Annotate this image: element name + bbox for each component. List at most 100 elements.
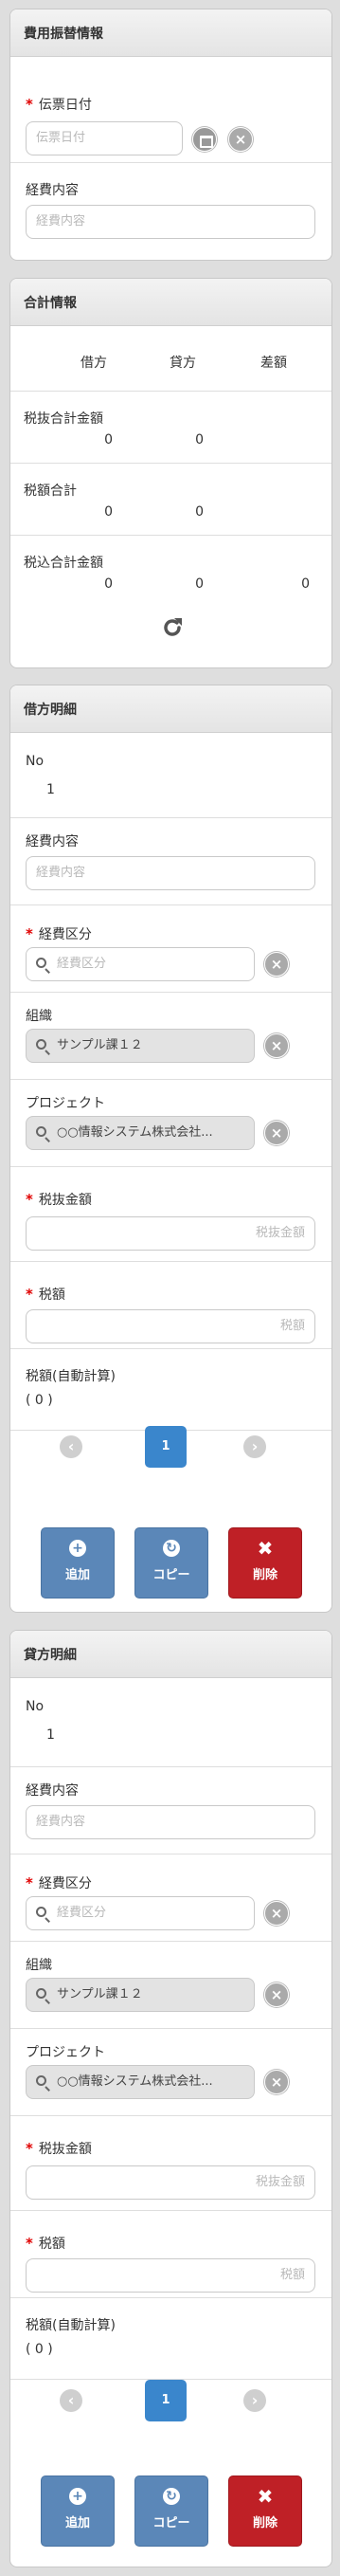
amount-excl-tax-label: * 税抜金額 — [26, 1191, 92, 1208]
refresh-icon[interactable] — [160, 615, 185, 640]
project-field: プロジェクト ○○情報システム株式会社... × — [10, 1080, 331, 1167]
search-icon — [36, 2075, 46, 2086]
plus-icon: + — [69, 1540, 86, 1557]
expense-content-field: 経費内容 経費内容 — [10, 1767, 331, 1854]
delete-button[interactable]: ✖ 削除 — [228, 2476, 302, 2547]
clear-organization-icon[interactable]: × — [264, 1033, 289, 1058]
required-mark: * — [26, 1191, 33, 1208]
expense-content-input[interactable]: 経費内容 — [26, 856, 315, 890]
project-field: プロジェクト ○○情報システム株式会社... × — [10, 2029, 331, 2116]
credit-detail-title: 貸方明細 — [10, 1631, 331, 1678]
prev-page-icon[interactable]: ‹ — [60, 2389, 82, 2412]
expense-content-label: 経費内容 — [26, 1783, 79, 1799]
organization-label: 組織 — [26, 1009, 52, 1024]
add-button[interactable]: + 追加 — [41, 1527, 115, 1599]
search-icon — [36, 958, 46, 968]
totals-card: 合計情報 借方 貸方 差額 税抜合計金額 0 0 税額合計 0 0 税込合計金額… — [9, 278, 332, 668]
no-field: No 1 — [10, 733, 331, 818]
totals-row-label: 税込合計金額 — [24, 556, 103, 571]
copy-button[interactable]: ↻ コピー — [134, 1527, 208, 1599]
slip-date-label: * 伝票日付 — [26, 96, 92, 113]
tax-field: * 税額 税額 — [10, 1262, 331, 1349]
add-button[interactable]: + 追加 — [41, 2476, 115, 2547]
search-icon — [36, 1039, 46, 1050]
totals-col-diff: 差額 — [260, 356, 287, 371]
tax-field: * 税額 税額 — [10, 2211, 331, 2298]
totals-title: 合計情報 — [10, 279, 331, 326]
totals-row-label: 税抜合計金額 — [24, 411, 103, 427]
expense-category-label: * 経費区分 — [26, 925, 92, 942]
tax-label: * 税額 — [26, 1286, 65, 1303]
no-label: No — [26, 1699, 45, 1714]
totals-row: 税額合計 0 0 — [10, 464, 331, 536]
delete-button[interactable]: ✖ 削除 — [228, 1527, 302, 1599]
delete-icon: ✖ — [257, 1537, 274, 1560]
project-input[interactable]: ○○情報システム株式会社... — [26, 1116, 255, 1150]
organization-input[interactable]: サンプル課１２ — [26, 1029, 255, 1063]
clear-category-icon[interactable]: × — [264, 952, 289, 977]
expense-category-label: * 経費区分 — [26, 1874, 92, 1891]
organization-input[interactable]: サンプル課１２ — [26, 1978, 255, 2012]
expense-content-field: 経費内容 経費内容 — [10, 163, 331, 260]
search-icon — [36, 1907, 46, 1917]
clear-project-icon[interactable]: × — [264, 2070, 289, 2094]
totals-row-credit: 0 — [195, 432, 204, 448]
tax-input[interactable]: 税額 — [26, 1309, 315, 1343]
expense-category-input[interactable]: 経費区分 — [26, 1896, 255, 1930]
copy-icon: ↻ — [163, 1540, 180, 1557]
required-mark: * — [26, 1874, 33, 1891]
calendar-icon[interactable] — [192, 127, 217, 152]
amount-excl-tax-input[interactable]: 税抜金額 — [26, 2165, 315, 2200]
clear-project-icon[interactable]: × — [264, 1121, 289, 1145]
copy-button[interactable]: ↻ コピー — [134, 2476, 208, 2547]
page-number[interactable]: 1 — [145, 1426, 187, 1468]
totals-col-debit: 借方 — [81, 356, 107, 371]
delete-icon: ✖ — [257, 2485, 274, 2508]
totals-row-diff: 0 — [301, 576, 310, 592]
search-icon — [36, 1126, 46, 1137]
credit-detail-card: 貸方明細 No 1 経費内容 経費内容 * 経費区分 経費区分 × 組織 サンプル… — [9, 1630, 332, 2567]
expense-content-field: 経費内容 経費内容 — [10, 818, 331, 905]
expense-category-input[interactable]: 経費区分 — [26, 947, 255, 981]
expense-content-input[interactable]: 経費内容 — [26, 205, 315, 239]
tax-label: * 税額 — [26, 2235, 65, 2252]
auto-tax-label: 税額(自動計算) — [26, 2318, 116, 2333]
auto-tax-field: 税額(自動計算) ( 0 ) — [10, 1349, 331, 1431]
project-input[interactable]: ○○情報システム株式会社... — [26, 2065, 255, 2099]
clear-category-icon[interactable]: × — [264, 1901, 289, 1926]
required-mark: * — [26, 1286, 33, 1303]
search-icon — [36, 1988, 46, 1999]
plus-icon: + — [69, 2488, 86, 2505]
page-number[interactable]: 1 — [145, 2380, 187, 2421]
no-value: 1 — [46, 782, 55, 797]
amount-excl-tax-label: * 税抜金額 — [26, 2140, 92, 2157]
totals-col-credit: 貸方 — [170, 356, 196, 371]
no-value: 1 — [46, 1727, 55, 1743]
clear-date-icon[interactable]: × — [228, 127, 253, 152]
auto-tax-value: ( 0 ) — [26, 2342, 53, 2357]
next-page-icon[interactable]: › — [243, 2389, 266, 2412]
totals-row-debit: 0 — [104, 432, 113, 448]
expense-category-field: * 経費区分 経費区分 × — [10, 1854, 331, 1942]
clear-organization-icon[interactable]: × — [264, 1982, 289, 2007]
debit-detail-card: 借方明細 No 1 経費内容 経費内容 * 経費区分 経費区分 × 組織 サンプル… — [9, 685, 332, 1613]
project-label: プロジェクト — [26, 1096, 105, 1111]
prev-page-icon[interactable]: ‹ — [60, 1435, 82, 1458]
no-field: No 1 — [10, 1678, 331, 1767]
amount-excl-tax-input[interactable]: 税抜金額 — [26, 1216, 315, 1251]
required-mark: * — [26, 2140, 33, 2157]
auto-tax-value: ( 0 ) — [26, 1393, 53, 1408]
copy-icon: ↻ — [163, 2488, 180, 2505]
required-mark: * — [26, 925, 33, 942]
organization-field: 組織 サンプル課１２ × — [10, 1942, 331, 2029]
slip-date-field: * 伝票日付 伝票日付 × — [10, 57, 331, 163]
slip-date-input[interactable]: 伝票日付 — [26, 121, 183, 155]
expense-content-label: 経費内容 — [26, 183, 79, 198]
next-page-icon[interactable]: › — [243, 1435, 266, 1458]
transfer-info-title: 費用振替情報 — [10, 9, 331, 57]
totals-row: 税込合計金額 0 0 0 — [10, 536, 331, 608]
expense-content-input[interactable]: 経費内容 — [26, 1805, 315, 1839]
tax-input[interactable]: 税額 — [26, 2258, 315, 2293]
totals-row-credit: 0 — [195, 576, 204, 592]
project-label: プロジェクト — [26, 2045, 105, 2060]
